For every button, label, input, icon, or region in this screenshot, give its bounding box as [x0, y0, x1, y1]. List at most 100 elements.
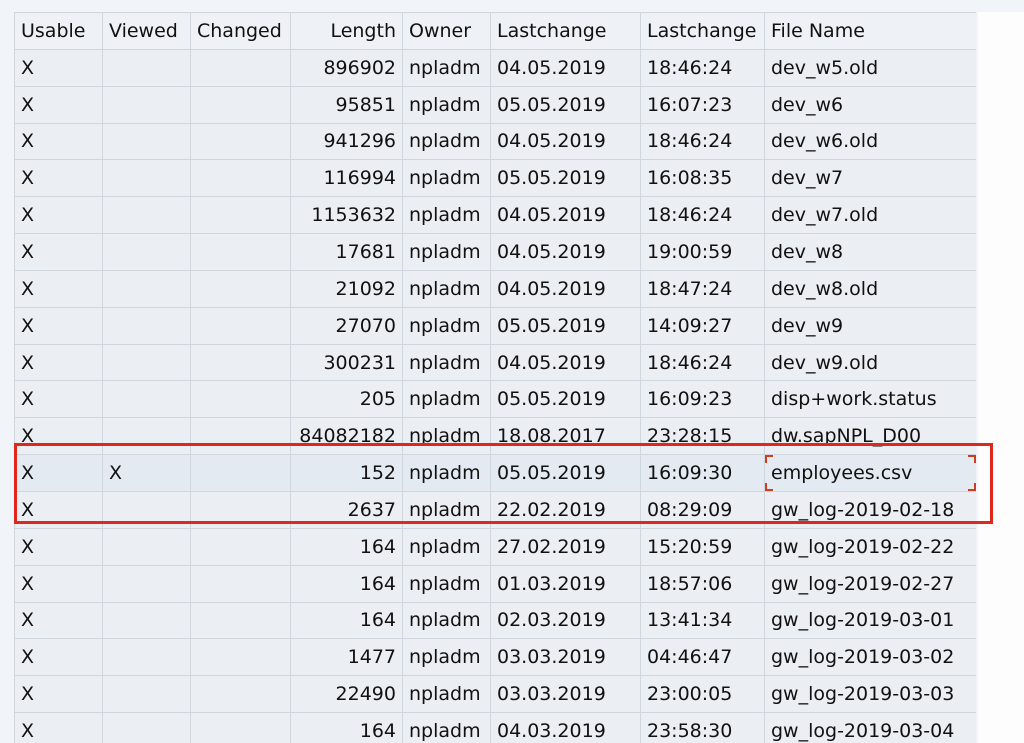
lastchange-time-cell[interactable]: 18:46:24	[640, 196, 765, 235]
changed-cell[interactable]	[190, 675, 291, 714]
file-name-cell[interactable]: dw.sapNPL_D00	[764, 417, 976, 456]
lastchange-date-cell[interactable]: 02.03.2019	[490, 601, 641, 640]
length-cell[interactable]: 164	[290, 564, 403, 603]
file-name-cell[interactable]: dev_w9.old	[764, 343, 976, 382]
owner-cell[interactable]: npladm	[402, 601, 491, 640]
lastchange-time-cell[interactable]: 16:09:30	[640, 454, 765, 492]
table-row[interactable]: X 164 npladm 01.03.2019 18:57:06 gw_log-2019-…	[14, 564, 976, 603]
lastchange-time-cell[interactable]: 14:09:27	[640, 306, 765, 345]
changed-cell[interactable]	[190, 85, 291, 124]
usable-cell[interactable]: X	[14, 675, 103, 714]
table-row[interactable]: X 164 npladm 27.02.2019 15:20:59 gw_log-2019-…	[14, 527, 976, 566]
lastchange-time-cell[interactable]: 18:46:24	[640, 343, 765, 382]
viewed-cell[interactable]	[102, 159, 191, 198]
usable-cell[interactable]: X	[14, 601, 103, 640]
length-cell[interactable]: 152	[290, 454, 403, 492]
viewed-cell[interactable]	[102, 675, 191, 714]
file-name-cell[interactable]: dev_w5.old	[764, 48, 976, 87]
lastchange-time-cell[interactable]: 08:29:09	[640, 490, 765, 529]
lastchange-time-cell[interactable]: 23:00:05	[640, 675, 765, 714]
usable-cell[interactable]: X	[14, 380, 103, 419]
length-cell[interactable]: 22490	[290, 675, 403, 714]
owner-cell[interactable]: npladm	[402, 380, 491, 419]
viewed-cell[interactable]	[102, 196, 191, 235]
file-name-cell[interactable]: gw_log-2019-03-02	[764, 638, 976, 677]
file-name-cell[interactable]: gw_log-2019-02-22	[764, 527, 976, 566]
lastchange-date-cell[interactable]: 01.03.2019	[490, 564, 641, 603]
table-row[interactable]: X 2637 npladm 22.02.2019 08:29:09 gw_log-2019…	[14, 490, 976, 529]
file-name-cell[interactable]: gw_log-2019-03-04	[764, 712, 976, 743]
changed-cell[interactable]	[190, 527, 291, 566]
changed-cell[interactable]	[190, 48, 291, 87]
usable-cell[interactable]: X	[14, 48, 103, 87]
changed-cell[interactable]	[190, 712, 291, 743]
lastchange-date-cell[interactable]: 18.08.2017	[490, 417, 641, 456]
viewed-cell[interactable]	[102, 712, 191, 743]
owner-cell[interactable]: npladm	[402, 233, 491, 271]
lastchange-date-cell[interactable]: 05.05.2019	[490, 306, 641, 345]
table-row[interactable]: X 164 npladm 04.03.2019 23:58:30 gw_log-2019-…	[14, 712, 976, 743]
changed-cell[interactable]	[190, 454, 291, 492]
table-row[interactable]: X 116994 npladm 05.05.2019 16:08:35 dev_w7	[14, 159, 976, 198]
usable-cell[interactable]: X	[14, 306, 103, 345]
file-name-cell[interactable]: gw_log-2019-03-01	[764, 601, 976, 640]
owner-cell[interactable]: npladm	[402, 490, 491, 529]
owner-cell[interactable]: npladm	[402, 48, 491, 87]
changed-cell[interactable]	[190, 196, 291, 235]
table-row[interactable]: X 896902 npladm 04.05.2019 18:46:24 dev_w5.ol…	[14, 48, 976, 87]
usable-cell[interactable]: X	[14, 196, 103, 235]
file-name-cell[interactable]: dev_w9	[764, 306, 976, 345]
usable-cell[interactable]: X	[14, 343, 103, 382]
usable-cell[interactable]: X	[14, 159, 103, 198]
lastchange-date-cell[interactable]: 05.05.2019	[490, 454, 641, 492]
table-row[interactable]: X 27070 npladm 05.05.2019 14:09:27 dev_w9	[14, 306, 976, 345]
column-header-file-name[interactable]: File Name	[764, 12, 976, 50]
lastchange-date-cell[interactable]: 05.05.2019	[490, 85, 641, 124]
length-cell[interactable]: 205	[290, 380, 403, 419]
changed-cell[interactable]	[190, 306, 291, 345]
column-header-lastchange-date[interactable]: Lastchange	[490, 12, 641, 50]
usable-cell[interactable]: X	[14, 233, 103, 271]
length-cell[interactable]: 2637	[290, 490, 403, 529]
lastchange-time-cell[interactable]: 18:46:24	[640, 122, 765, 161]
lastchange-date-cell[interactable]: 05.05.2019	[490, 159, 641, 198]
usable-cell[interactable]: X	[14, 490, 103, 529]
changed-cell[interactable]	[190, 159, 291, 198]
viewed-cell[interactable]	[102, 122, 191, 161]
owner-cell[interactable]: npladm	[402, 269, 491, 308]
viewed-cell[interactable]	[102, 85, 191, 124]
length-cell[interactable]: 17681	[290, 233, 403, 271]
usable-cell[interactable]: X	[14, 712, 103, 743]
lastchange-date-cell[interactable]: 22.02.2019	[490, 490, 641, 529]
column-header-changed[interactable]: Changed	[190, 12, 291, 50]
file-name-cell[interactable]: disp+work.status	[764, 380, 976, 419]
lastchange-date-cell[interactable]: 04.05.2019	[490, 233, 641, 271]
lastchange-time-cell[interactable]: 19:00:59	[640, 233, 765, 271]
file-name-cell[interactable]: gw_log-2019-02-18	[764, 490, 976, 529]
lastchange-time-cell[interactable]: 04:46:47	[640, 638, 765, 677]
lastchange-time-cell[interactable]: 18:47:24	[640, 269, 765, 308]
length-cell[interactable]: 941296	[290, 122, 403, 161]
usable-cell[interactable]: X	[14, 122, 103, 161]
file-name-cell[interactable]: employees.csv	[764, 454, 976, 492]
table-row[interactable]: X 95851 npladm 05.05.2019 16:07:23 dev_w6	[14, 85, 976, 124]
owner-cell[interactable]: npladm	[402, 306, 491, 345]
lastchange-time-cell[interactable]: 16:09:23	[640, 380, 765, 419]
lastchange-time-cell[interactable]: 16:07:23	[640, 85, 765, 124]
length-cell[interactable]: 21092	[290, 269, 403, 308]
viewed-cell[interactable]	[102, 306, 191, 345]
lastchange-time-cell[interactable]: 23:58:30	[640, 712, 765, 743]
viewed-cell[interactable]	[102, 564, 191, 603]
usable-cell[interactable]: X	[14, 269, 103, 308]
table-row[interactable]: X 1153632 npladm 04.05.2019 18:46:24 dev_w7.o…	[14, 196, 976, 235]
table-row[interactable]: X 84082182 npladm 18.08.2017 23:28:15 dw.sapN…	[14, 417, 976, 456]
file-name-cell[interactable]: dev_w6.old	[764, 122, 976, 161]
lastchange-date-cell[interactable]: 04.05.2019	[490, 269, 641, 308]
owner-cell[interactable]: npladm	[402, 196, 491, 235]
lastchange-date-cell[interactable]: 05.05.2019	[490, 380, 641, 419]
usable-cell[interactable]: X	[14, 85, 103, 124]
viewed-cell[interactable]	[102, 343, 191, 382]
column-header-viewed[interactable]: Viewed	[102, 12, 191, 50]
viewed-cell[interactable]: X	[102, 454, 191, 492]
viewed-cell[interactable]	[102, 380, 191, 419]
